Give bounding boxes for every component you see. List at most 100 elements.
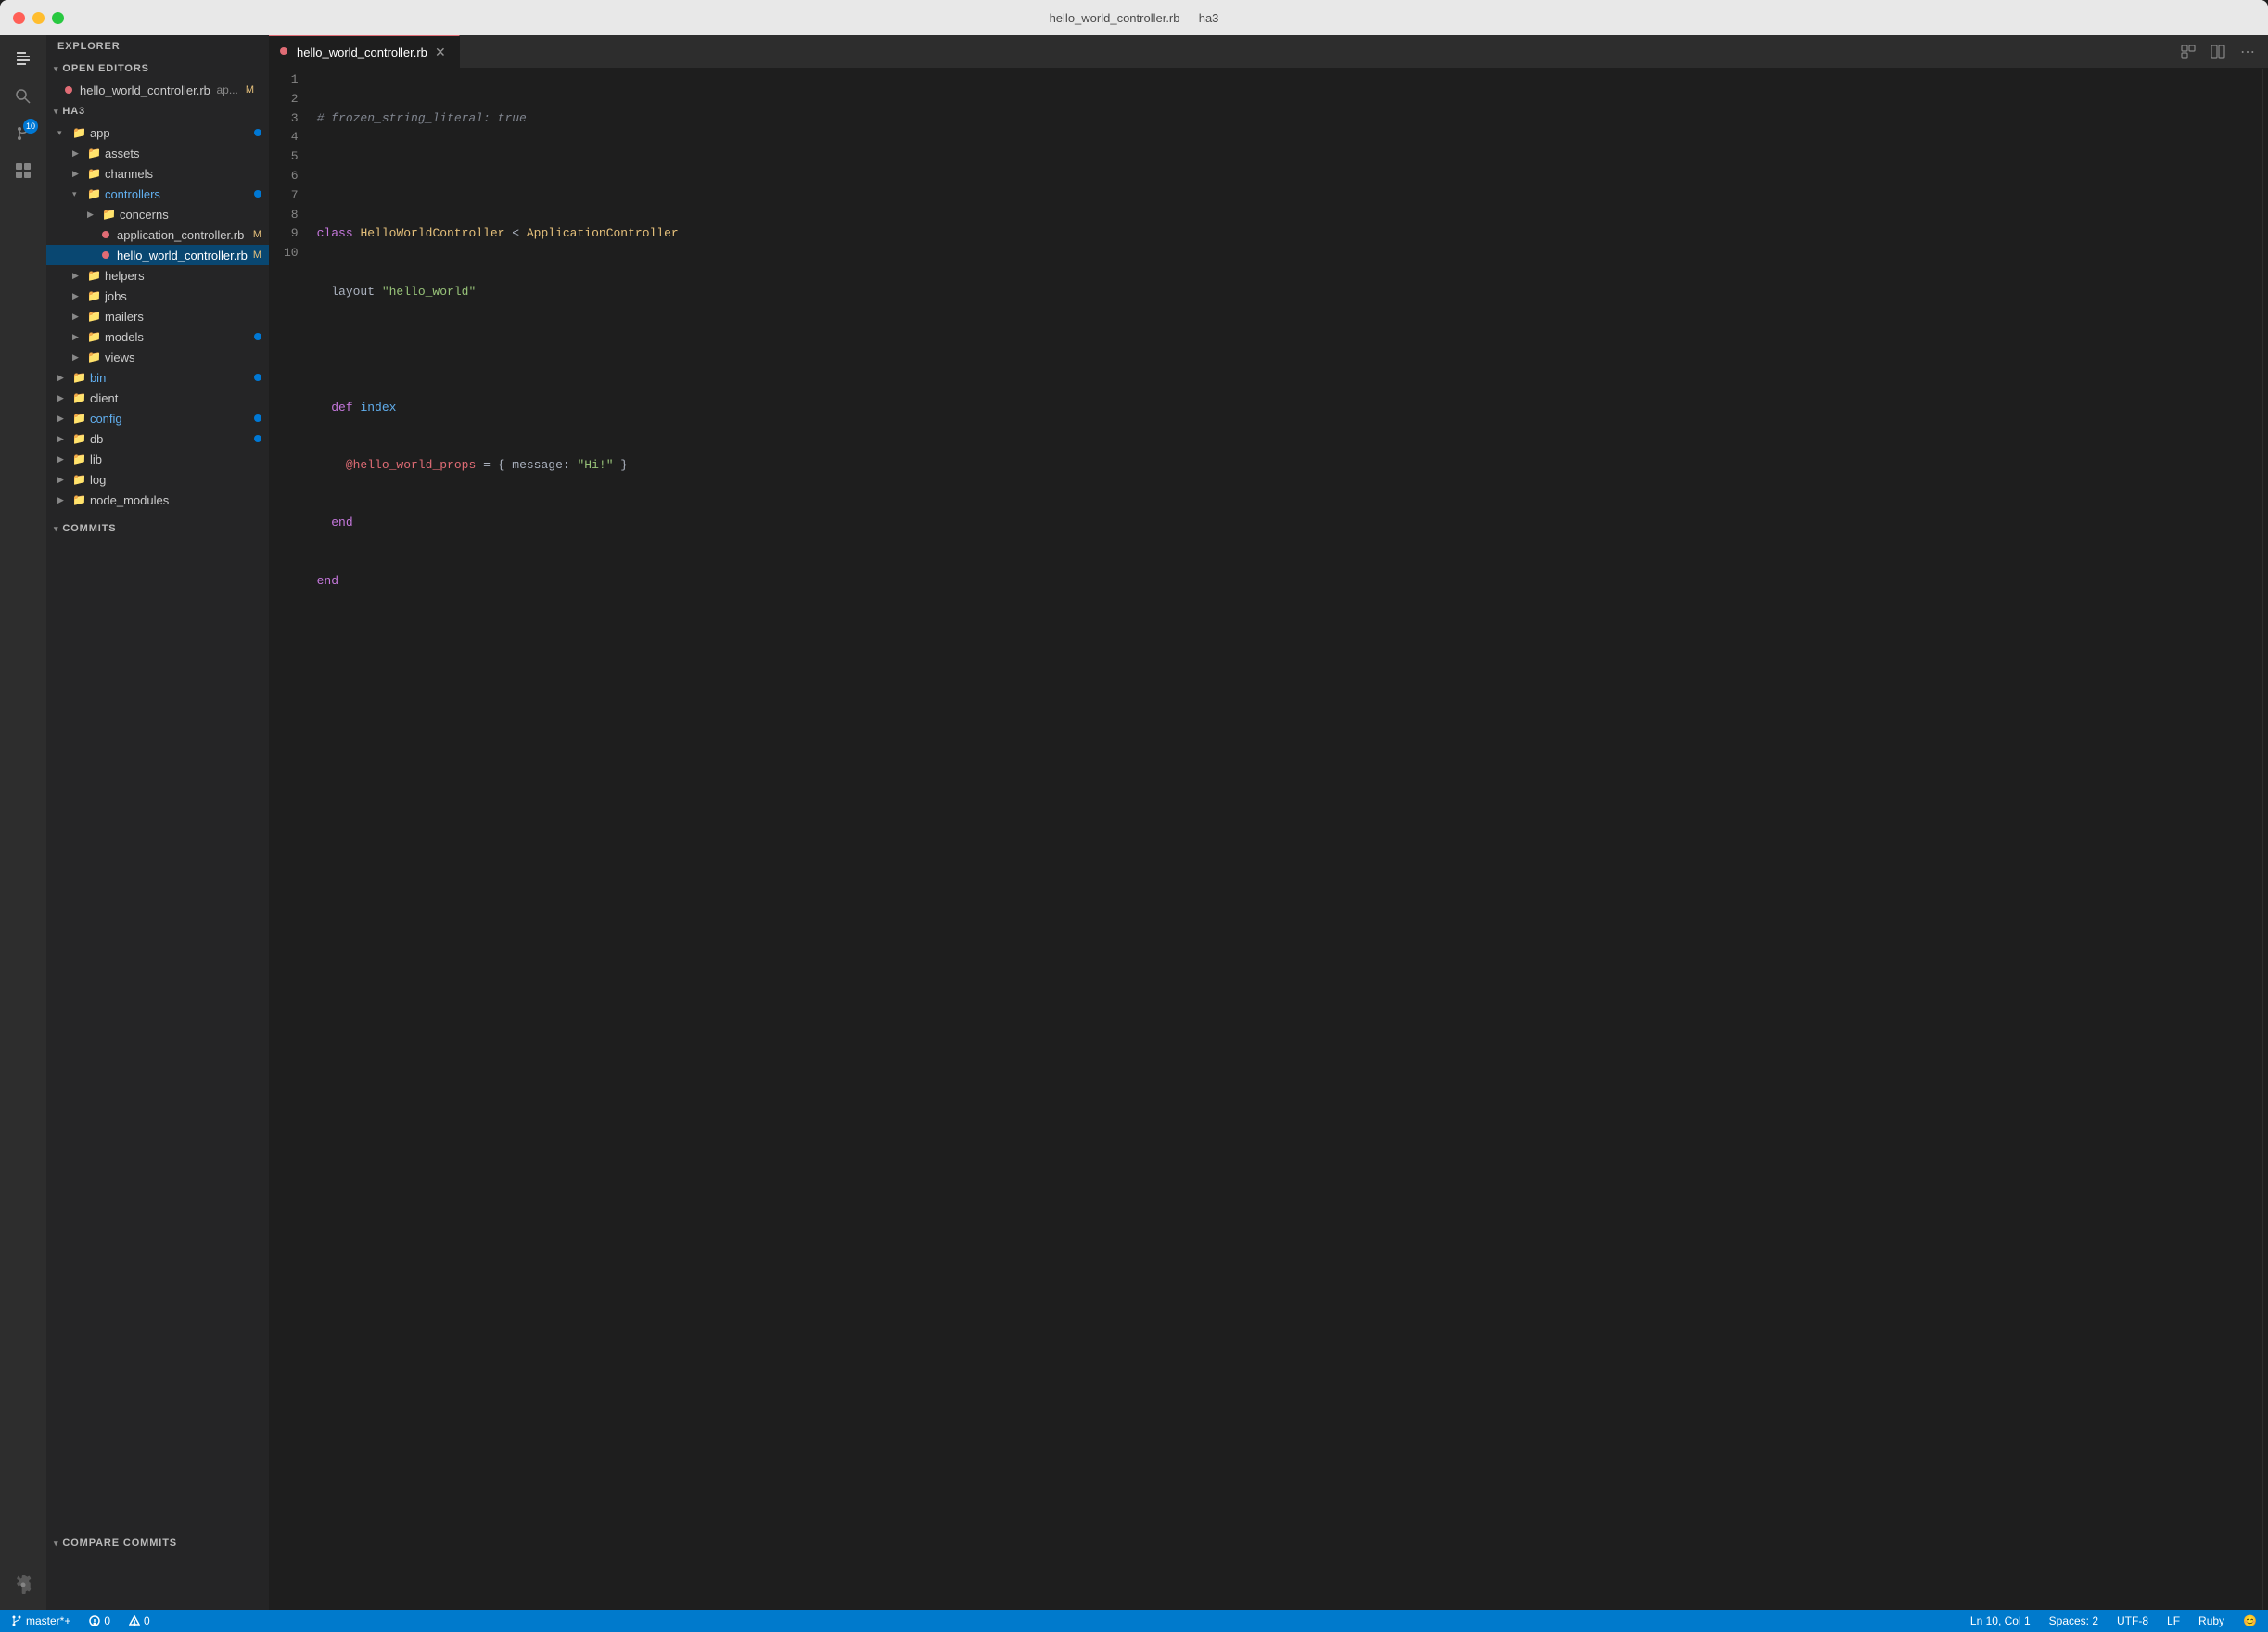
explorer-header[interactable]: EXPLORER [46, 35, 269, 57]
tree-item-bin[interactable]: ▶ 📁 bin [46, 367, 269, 388]
code-line-9: end [317, 572, 2262, 592]
tree-item-application-controller[interactable]: application_controller.rb M [46, 224, 269, 245]
tree-item-mailers[interactable]: ▶ 📁 mailers [46, 306, 269, 326]
code-line-7: @hello_world_props = { message: "Hi!" } [317, 456, 2262, 476]
close-button[interactable] [13, 12, 25, 24]
tree-item-models[interactable]: ▶ 📁 models [46, 326, 269, 347]
tree-item-hello-world-controller[interactable]: hello_world_controller.rb M [46, 245, 269, 265]
compare-commits-label: COMPARE COMMITS [62, 1537, 177, 1549]
code-editor[interactable]: 1 2 3 4 5 6 7 8 9 10 # frozen_string_lit… [269, 69, 2268, 1610]
app-dot [254, 129, 261, 136]
code-line-2 [317, 167, 2262, 186]
warnings-count: 0 [144, 1614, 150, 1627]
position-status[interactable]: Ln 10, Col 1 [1967, 1610, 2034, 1632]
open-editors-arrow: ▾ [54, 64, 58, 74]
tree-item-log[interactable]: ▶ 📁 log [46, 469, 269, 490]
tab-bar: hello_world_controller.rb ✕ [269, 35, 2268, 69]
line-numbers: 1 2 3 4 5 6 7 8 9 10 [269, 69, 313, 1610]
commits-header[interactable]: ▾ COMMITS [46, 517, 269, 540]
channels-label: channels [105, 167, 269, 181]
views-arrow: ▶ [72, 352, 87, 363]
controllers-dot [254, 190, 261, 198]
tree-item-app[interactable]: ▾ 📁 app [46, 122, 269, 143]
line-ending-status[interactable]: LF [2163, 1610, 2184, 1632]
language-label: Ruby [2198, 1614, 2224, 1627]
source-control-activity-icon[interactable]: 10 [6, 117, 40, 150]
folder-icon-log: 📁 [72, 473, 86, 486]
folder-icon-client: 📁 [72, 391, 86, 404]
open-editor-path: ap... [216, 83, 237, 96]
search-activity-icon[interactable] [6, 80, 40, 113]
db-dot [254, 435, 261, 442]
tab-label: hello_world_controller.rb [297, 45, 427, 59]
errors-status[interactable]: 0 [85, 1610, 114, 1632]
folder-icon-assets: 📁 [87, 147, 101, 159]
mailers-arrow: ▶ [72, 312, 87, 322]
language-status[interactable]: Ruby [2195, 1610, 2228, 1632]
extensions-activity-icon[interactable] [6, 154, 40, 187]
tree-item-config[interactable]: ▶ 📁 config [46, 408, 269, 428]
folder-icon-lib: 📁 [72, 453, 86, 465]
assets-arrow: ▶ [72, 148, 87, 159]
status-right: Ln 10, Col 1 Spaces: 2 UTF-8 LF Ruby 😊 [1967, 1610, 2261, 1632]
models-dot [254, 333, 261, 340]
editor-area: hello_world_controller.rb ✕ [269, 35, 2268, 1610]
assets-label: assets [105, 147, 269, 160]
open-editor-filename: hello_world_controller.rb [80, 83, 212, 97]
tree-item-controllers[interactable]: ▾ 📁 controllers [46, 184, 269, 204]
line-num-10: 10 [284, 244, 299, 263]
open-editors-button[interactable] [2175, 39, 2201, 65]
warnings-status[interactable]: 0 [125, 1610, 154, 1632]
controllers-label: controllers [105, 187, 254, 201]
explorer-activity-icon[interactable] [6, 43, 40, 76]
encoding-label: UTF-8 [2117, 1614, 2148, 1627]
tree-item-node-modules[interactable]: ▶ 📁 node_modules [46, 490, 269, 510]
tree-item-channels[interactable]: ▶ 📁 channels [46, 163, 269, 184]
compare-commits-header[interactable]: ▾ COMPARE COMMITS [46, 1532, 269, 1554]
node-modules-arrow: ▶ [57, 495, 72, 505]
folder-icon: 📁 [72, 126, 86, 139]
line-num-1: 1 [284, 70, 299, 90]
folder-icon-concerns: 📁 [102, 208, 116, 221]
settings-activity-icon[interactable] [6, 1573, 40, 1606]
tree-item-client[interactable]: ▶ 📁 client [46, 388, 269, 408]
split-editor-button[interactable] [2205, 39, 2231, 65]
commits-label: COMMITS [62, 523, 116, 534]
open-editors-header[interactable]: ▾ OPEN EDITORS [46, 57, 269, 80]
spaces-status[interactable]: Spaces: 2 [2045, 1610, 2102, 1632]
open-editors-label: OPEN EDITORS [62, 63, 148, 74]
tree-item-views[interactable]: ▶ 📁 views [46, 347, 269, 367]
tree-item-assets[interactable]: ▶ 📁 assets [46, 143, 269, 163]
tree-item-lib[interactable]: ▶ 📁 lib [46, 449, 269, 469]
maximize-button[interactable] [52, 12, 64, 24]
config-dot [254, 414, 261, 422]
folder-icon-controllers: 📁 [87, 187, 101, 200]
tab-bar-actions: ⋯ [2175, 35, 2268, 68]
branch-status[interactable]: master*+ [7, 1610, 74, 1632]
ellipsis-icon: ⋯ [2240, 43, 2255, 61]
ruby-dot-icon [65, 86, 72, 94]
models-label: models [105, 330, 254, 344]
tree-item-jobs[interactable]: ▶ 📁 jobs [46, 286, 269, 306]
line-num-9: 9 [284, 224, 299, 244]
project-header[interactable]: ▾ HA3 [46, 100, 269, 122]
code-content[interactable]: # frozen_string_literal: true class Hell… [313, 69, 2262, 1610]
tree-item-concerns[interactable]: ▶ 📁 concerns [46, 204, 269, 224]
minimize-button[interactable] [32, 12, 45, 24]
client-arrow: ▶ [57, 393, 72, 403]
open-editor-item[interactable]: hello_world_controller.rb ap... M [46, 80, 269, 100]
tree-item-helpers[interactable]: ▶ 📁 helpers [46, 265, 269, 286]
status-bar: master*+ 0 0 Ln 10, Col 1 Spaces: 2 [0, 1610, 2268, 1632]
more-actions-button[interactable]: ⋯ [2235, 39, 2261, 65]
branch-label: master*+ [26, 1614, 70, 1627]
encoding-status[interactable]: UTF-8 [2113, 1610, 2152, 1632]
smiley-status[interactable]: 😊 [2239, 1610, 2261, 1632]
tab-close-button[interactable]: ✕ [433, 45, 448, 59]
config-label: config [90, 412, 254, 426]
models-arrow: ▶ [72, 332, 87, 342]
project-name: HA3 [62, 106, 85, 117]
lib-label: lib [90, 453, 269, 466]
tab-hello-world-controller[interactable]: hello_world_controller.rb ✕ [269, 35, 460, 68]
views-label: views [105, 351, 269, 364]
tree-item-db[interactable]: ▶ 📁 db [46, 428, 269, 449]
